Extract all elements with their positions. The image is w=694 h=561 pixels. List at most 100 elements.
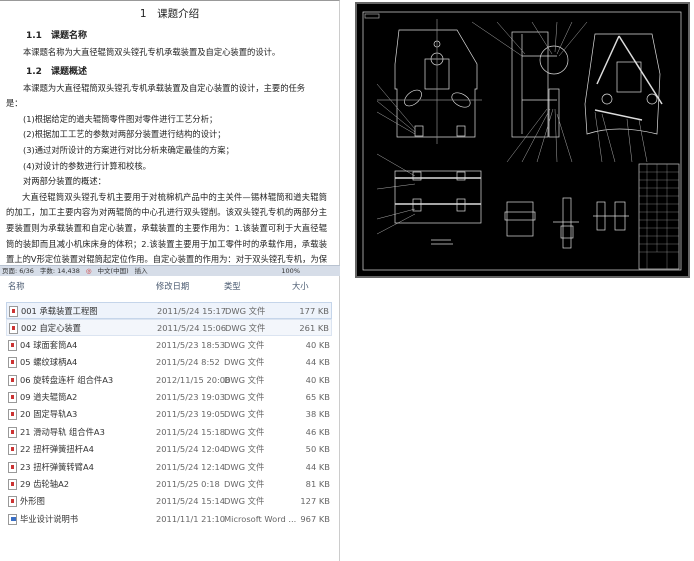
file-type: DWG 文件 [224, 426, 265, 437]
word-file-icon [8, 513, 17, 525]
file-type: DWG 文件 [224, 409, 265, 420]
file-date: 2011/5/24 12:14 [156, 461, 226, 472]
file-name: 06 旋转盘连杆 组合件A3 [20, 374, 114, 385]
file-type: DWG 文件 [225, 306, 266, 316]
file-size: 38 KB [305, 409, 330, 420]
paragraph: 本课题名称为大直径辊筒双头镗孔专机承载装置及自定心装置的设计。 [23, 47, 281, 57]
file-type: DWG 文件 [224, 496, 265, 507]
file-size: 81 KB [305, 479, 330, 489]
file-row[interactable]: 21 滑动导轨 组合件A3 2011/5/24 15:18 DWG 文件 46 … [6, 424, 332, 441]
file-date: 2012/11/15 20:08 [156, 374, 231, 385]
file-date: 2011/5/24 15:17 [157, 306, 227, 316]
file-row[interactable]: 22 扭杆弹簧扭杆A4 2011/5/24 12:04 DWG 文件 50 KB [6, 441, 332, 458]
file-name: 23 扭杆弹簧转臂A4 [20, 461, 94, 472]
task-item: (4)对设计的参数进行计算和校核。 [23, 160, 151, 171]
file-date: 2011/5/25 0:18 [156, 479, 220, 489]
file-row[interactable]: 09 道夫辊筒A2 2011/5/23 19:03 DWG 文件 65 KB [6, 389, 332, 406]
dwg-file-icon [8, 409, 17, 421]
file-row[interactable]: 001 承载装置工程图 2011/5/24 15:17 DWG 文件 177 K… [6, 302, 332, 319]
paragraph: 对两部分装置的概述： [23, 176, 106, 187]
file-row[interactable]: 06 旋转盘连杆 组合件A3 2012/11/15 20:08 DWG 文件 4… [6, 372, 332, 389]
section-heading: 1.2 课题概述 [26, 66, 87, 77]
file-explorer: 名称 修改日期 类型 大小 001 承载装置工程图 2011/5/24 15:1… [0, 276, 340, 561]
word-status-bar: 页面: 6/36 字数: 14,438 ◎ 中文(中国) 插入 100% [0, 265, 340, 276]
dwg-file-icon [9, 323, 18, 335]
file-row[interactable]: 外形图 2011/5/24 15:14 DWG 文件 127 KB [6, 493, 332, 510]
file-date: 2011/5/24 15:06 [157, 323, 227, 334]
dwg-file-icon [8, 461, 17, 473]
dwg-file-icon [8, 496, 17, 508]
file-size: 44 KB [305, 461, 330, 472]
task-item: (2)根据加工工艺的参数对两部分装置进行结构的设计； [23, 129, 226, 140]
insert-mode[interactable]: 插入 [135, 266, 148, 276]
file-date: 2011/11/1 21:10 [156, 513, 226, 524]
file-size: 44 KB [305, 357, 330, 368]
column-name[interactable]: 名称 [8, 280, 25, 292]
file-row[interactable]: 毕业设计说明书 2011/11/1 21:10 Microsoft Word .… [6, 511, 332, 528]
task-item: (3)通过对所设计的方案进行对比分析来确定最佳的方案； [23, 144, 234, 155]
file-size: 40 KB [305, 339, 330, 350]
file-type: DWG 文件 [224, 461, 265, 472]
zoom-level[interactable]: 100% [281, 266, 300, 276]
file-date: 2011/5/24 12:04 [156, 444, 226, 455]
file-name: 毕业设计说明书 [20, 513, 79, 524]
section-heading: 1.1 课题名称 [26, 31, 87, 41]
file-name: 22 扭杆弹簧扭杆A4 [20, 444, 94, 455]
word-document-page: 1 课题介绍 1.1 课题名称 本课题名称为大直径辊筒双头镗孔专机承载装置及自定… [0, 0, 340, 265]
file-size: 177 KB [299, 306, 329, 316]
file-type: DWG 文件 [225, 323, 266, 334]
file-name: 21 滑动导轨 组合件A3 [20, 426, 105, 437]
paragraph: 是： [6, 98, 23, 109]
file-type: DWG 文件 [224, 479, 265, 489]
file-row[interactable]: 20 固定导轨A3 2011/5/23 19:05 DWG 文件 38 KB [6, 406, 332, 423]
column-headers: 名称 修改日期 类型 大小 [0, 276, 339, 292]
file-row[interactable]: 04 球面套筒A4 2011/5/23 18:53 DWG 文件 40 KB [6, 337, 332, 354]
file-name: 09 道夫辊筒A2 [20, 392, 78, 402]
dwg-file-icon [8, 479, 17, 490]
chapter-heading: 1 课题介绍 [139, 8, 200, 20]
file-row[interactable]: 29 齿轮轴A2 2011/5/25 0:18 DWG 文件 81 KB [6, 476, 332, 493]
cad-drawing-preview [355, 2, 690, 278]
file-type: DWG 文件 [224, 392, 265, 402]
spellcheck-icon[interactable]: ◎ [86, 266, 92, 276]
file-size: 127 KB [300, 496, 330, 507]
file-size: 50 KB [305, 444, 330, 455]
dwg-file-icon [8, 339, 17, 351]
file-date: 2011/5/23 19:03 [156, 392, 226, 402]
page-count[interactable]: 页面: 6/36 [2, 266, 34, 276]
file-date: 2011/5/23 19:05 [156, 409, 226, 420]
task-item: (1)根据给定的道夫辊筒零件图对零件进行工艺分析； [23, 113, 218, 124]
file-row[interactable]: 23 扭杆弹簧转臂A4 2011/5/24 12:14 DWG 文件 44 KB [6, 459, 332, 476]
word-count[interactable]: 字数: 14,438 [40, 266, 80, 276]
file-date: 2011/5/23 18:53 [156, 339, 226, 350]
file-type: DWG 文件 [224, 444, 265, 455]
file-name: 29 齿轮轴A2 [20, 479, 70, 489]
column-type[interactable]: 类型 [224, 280, 241, 292]
dwg-file-icon [8, 444, 17, 456]
file-size: 40 KB [305, 374, 330, 385]
file-size: 46 KB [305, 426, 330, 437]
file-row[interactable]: 05 螺纹球柄A4 2011/5/24 8:52 DWG 文件 44 KB [6, 354, 332, 371]
file-type: Microsoft Word ... [224, 513, 297, 524]
file-name: 04 球面套筒A4 [20, 339, 78, 350]
file-name: 001 承载装置工程图 [21, 306, 98, 316]
dwg-file-icon [8, 357, 17, 369]
file-size: 65 KB [305, 392, 330, 402]
file-name: 05 螺纹球柄A4 [20, 357, 78, 368]
file-date: 2011/5/24 8:52 [156, 357, 220, 368]
file-name: 外形图 [20, 496, 45, 507]
file-size: 967 KB [300, 513, 330, 524]
language[interactable]: 中文(中国) [98, 266, 129, 276]
dwg-file-icon [8, 426, 17, 438]
dwg-file-icon [8, 392, 17, 403]
file-name: 20 固定导轨A3 [20, 409, 78, 420]
file-date: 2011/5/24 15:14 [156, 496, 226, 507]
paragraph: 大直径辊筒双头镗孔专机主要用于对梳棉机产品中的主关件—锡林辊筒和道夫辊筒的加工，… [6, 191, 327, 265]
paragraph: 本课题为大直径辊筒双头镗孔专机承载装置及自定心装置的设计，主要的任务 [23, 82, 306, 93]
column-date[interactable]: 修改日期 [156, 280, 189, 292]
column-size[interactable]: 大小 [292, 280, 309, 292]
file-type: DWG 文件 [224, 374, 265, 385]
file-type: DWG 文件 [224, 339, 265, 350]
file-row[interactable]: 002 自定心装置 2011/5/24 15:06 DWG 文件 261 KB [6, 319, 332, 337]
dwg-file-icon [8, 374, 17, 386]
